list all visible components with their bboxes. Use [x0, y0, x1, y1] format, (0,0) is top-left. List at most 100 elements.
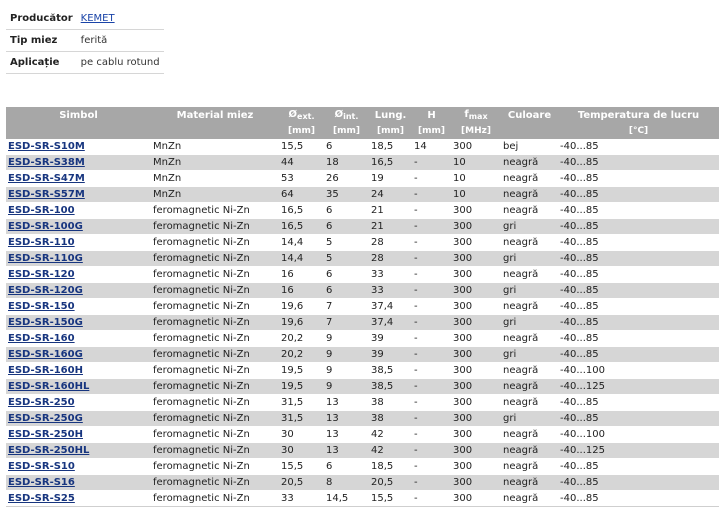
table-row: ESD-SR-160 feromagnetic Ni-Zn 20,2 9 39-300 n… — [6, 330, 719, 347]
product-link[interactable]: ESD-SR-250HL — [8, 445, 89, 456]
cell-color: neagră — [501, 330, 558, 347]
col-header-color: Culoare — [501, 107, 558, 124]
product-link[interactable]: ESD-SR-120G — [8, 285, 83, 296]
cell-dint: 9 — [324, 330, 369, 347]
cell-dint: 26 — [324, 170, 369, 187]
cell-dext: 20,2 — [279, 346, 324, 363]
col-header-symbol: Simbol — [6, 107, 151, 124]
cell-color: neagră — [501, 362, 558, 379]
cell-dext: 14,4 — [279, 234, 324, 251]
cell-fmax: 10 — [451, 186, 501, 203]
cell-fmax: 300 — [451, 139, 501, 155]
cell-length: 21 — [369, 218, 412, 235]
cell-symbol: ESD-SR-250HL — [6, 442, 151, 459]
cell-h: - — [412, 410, 451, 427]
cell-temp: -40...85 — [558, 410, 719, 427]
cell-length: 38 — [369, 410, 412, 427]
product-link[interactable]: ESD-SR-S38M — [8, 157, 85, 168]
cell-h: - — [412, 266, 451, 283]
cell-symbol: ESD-SR-160H — [6, 362, 151, 379]
cell-dint: 13 — [324, 410, 369, 427]
product-link[interactable]: ESD-SR-S10M — [8, 141, 85, 152]
cell-symbol: ESD-SR-110G — [6, 250, 151, 267]
cell-temp: -40...85 — [558, 154, 719, 171]
cell-dint: 5 — [324, 234, 369, 251]
cell-material: feromagnetic Ni-Zn — [151, 362, 279, 379]
product-link[interactable]: ESD-SR-160 — [8, 333, 75, 344]
product-link[interactable]: ESD-SR-100G — [8, 221, 83, 232]
cell-fmax: 300 — [451, 218, 501, 235]
col-unit-empty-color — [501, 124, 558, 139]
cell-symbol: ESD-SR-160HL — [6, 378, 151, 395]
product-info-table: Producător KEMET Tip miez ferită Aplicație pe… — [6, 8, 164, 74]
cell-symbol: ESD-SR-160G — [6, 346, 151, 363]
cell-material: feromagnetic Ni-Zn — [151, 458, 279, 475]
cell-material: feromagnetic Ni-Zn — [151, 330, 279, 347]
col-unit-dint: [mm] — [324, 124, 369, 139]
col-header-length: Lung. — [369, 107, 412, 124]
cell-h: - — [412, 330, 451, 347]
product-link[interactable]: ESD-SR-S16 — [8, 477, 75, 488]
product-link[interactable]: ESD-SR-250H — [8, 429, 83, 440]
col-unit-h: [mm] — [412, 124, 451, 139]
product-link[interactable]: ESD-SR-150 — [8, 301, 75, 312]
cell-symbol: ESD-SR-100 — [6, 202, 151, 219]
cell-symbol: ESD-SR-S47M — [6, 170, 151, 187]
cell-dint: 6 — [324, 266, 369, 283]
table-row: ESD-SR-S47M MnZn 53 26 19-10 neagră -40...85 — [6, 170, 719, 187]
cell-symbol: ESD-SR-110 — [6, 234, 151, 251]
cell-color: neagră — [501, 378, 558, 395]
cell-length: 39 — [369, 330, 412, 347]
table-row: ESD-SR-S10 feromagnetic Ni-Zn 15,5 6 18,5-30… — [6, 458, 719, 475]
cell-color: gri — [501, 218, 558, 235]
product-link[interactable]: ESD-SR-S57M — [8, 189, 85, 200]
cell-temp: -40...85 — [558, 314, 719, 331]
cell-fmax: 300 — [451, 250, 501, 267]
cell-dext: 30 — [279, 426, 324, 443]
cell-h: - — [412, 490, 451, 507]
table-row: ESD-SR-160H feromagnetic Ni-Zn 19,5 9 38,5-3… — [6, 362, 719, 379]
cell-symbol: ESD-SR-S10 — [6, 458, 151, 475]
cell-dext: 30 — [279, 442, 324, 459]
product-link[interactable]: ESD-SR-250 — [8, 397, 75, 408]
cell-fmax: 300 — [451, 490, 501, 507]
cell-material: feromagnetic Ni-Zn — [151, 298, 279, 315]
cell-color: neagră — [501, 442, 558, 459]
cell-length: 42 — [369, 426, 412, 443]
cell-temp: -40...85 — [558, 330, 719, 347]
product-link[interactable]: ESD-SR-250G — [8, 413, 83, 424]
cell-dint: 9 — [324, 346, 369, 363]
product-link[interactable]: ESD-SR-160HL — [8, 381, 89, 392]
cell-color: neagră — [501, 298, 558, 315]
product-link[interactable]: ESD-SR-S47M — [8, 173, 85, 184]
product-link[interactable]: ESD-SR-160H — [8, 365, 83, 376]
cell-material: feromagnetic Ni-Zn — [151, 490, 279, 507]
info-row: Producător KEMET — [6, 8, 164, 30]
table-row: ESD-SR-250H feromagnetic Ni-Zn 30 13 42-300 n… — [6, 426, 719, 443]
product-link[interactable]: ESD-SR-120 — [8, 269, 75, 280]
cell-fmax: 10 — [451, 154, 501, 171]
product-link[interactable]: ESD-SR-150G — [8, 317, 83, 328]
cell-material: feromagnetic Ni-Zn — [151, 234, 279, 251]
product-link[interactable]: ESD-SR-110 — [8, 237, 75, 248]
cell-fmax: 300 — [451, 266, 501, 283]
cell-dext: 44 — [279, 154, 324, 171]
cell-dint: 13 — [324, 442, 369, 459]
cell-symbol: ESD-SR-250 — [6, 394, 151, 411]
cell-temp: -40...85 — [558, 458, 719, 475]
product-link[interactable]: ESD-SR-S25 — [8, 493, 75, 504]
cell-symbol: ESD-SR-S25 — [6, 490, 151, 507]
product-link[interactable]: ESD-SR-110G — [8, 253, 83, 264]
product-link[interactable]: ESD-SR-100 — [8, 205, 75, 216]
product-link[interactable]: ESD-SR-S10 — [8, 461, 75, 472]
table-row: ESD-SR-S57M MnZn 64 35 24-10 neagră -40...85 — [6, 186, 719, 203]
cell-color: gri — [501, 282, 558, 299]
table-row: ESD-SR-150G feromagnetic Ni-Zn 19,6 7 37,4-3… — [6, 314, 719, 331]
manufacturer-link[interactable]: KEMET — [81, 13, 115, 24]
table-row: ESD-SR-120 feromagnetic Ni-Zn 16 6 33-300 nea… — [6, 266, 719, 283]
cell-dint: 35 — [324, 186, 369, 203]
product-link[interactable]: ESD-SR-160G — [8, 349, 83, 360]
cell-color: neagră — [501, 186, 558, 203]
cell-symbol: ESD-SR-150G — [6, 314, 151, 331]
cell-color: neagră — [501, 170, 558, 187]
